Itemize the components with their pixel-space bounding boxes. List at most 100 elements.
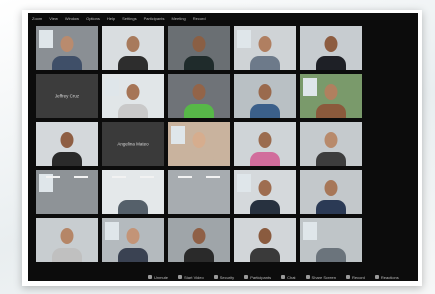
ceiling-light <box>178 176 192 178</box>
participant-tile[interactable] <box>300 122 362 166</box>
participant-face <box>60 35 74 52</box>
participant-face <box>324 179 338 196</box>
toolbar-label: Participants <box>250 274 272 280</box>
participant-body <box>118 56 148 70</box>
toolbar-security-button[interactable]: Security <box>213 274 235 280</box>
participant-tile[interactable] <box>300 218 362 262</box>
menu-item-view[interactable]: View <box>49 16 58 21</box>
participant-tile[interactable] <box>300 74 362 118</box>
ceiling-light <box>206 176 220 178</box>
toolbar-reactions-button[interactable]: Reactions <box>374 275 399 280</box>
room-window <box>303 78 317 96</box>
toolbar-label: Unmute <box>154 274 169 280</box>
security-icon <box>213 275 218 279</box>
menu-item-participants[interactable]: Participants <box>144 16 165 21</box>
menu-item-settings[interactable]: Settings <box>122 16 136 21</box>
ceiling-light <box>46 176 60 178</box>
participant-tile[interactable]: Angelina Mateo <box>102 122 164 166</box>
reactions-icon <box>374 275 379 279</box>
participant-body <box>316 104 346 118</box>
start-video-icon <box>178 275 183 279</box>
participant-body <box>52 56 82 70</box>
participant-body <box>52 152 82 166</box>
room-window <box>303 222 317 240</box>
participant-face <box>60 131 74 148</box>
participant-tile[interactable] <box>36 122 98 166</box>
participant-tile[interactable] <box>102 26 164 70</box>
participant-gallery-grid: Jeffrey Cruz Angelina Mateo <box>36 26 366 274</box>
menu-item-record[interactable]: Record <box>193 16 206 21</box>
participant-tile[interactable] <box>300 170 362 214</box>
participant-face <box>126 35 140 52</box>
room-window <box>105 78 119 96</box>
participant-face <box>324 83 338 100</box>
participant-tile[interactable] <box>36 218 98 262</box>
participant-face <box>192 227 206 244</box>
toolbar-start-video-button[interactable]: Start Video <box>178 275 204 280</box>
participant-tile[interactable] <box>102 74 164 118</box>
record-icon <box>346 275 351 279</box>
participant-face <box>192 35 206 52</box>
participant-tile[interactable] <box>168 26 230 70</box>
participant-name-label: Jeffrey Cruz <box>54 93 80 99</box>
participant-tile[interactable] <box>234 218 296 262</box>
participant-tile[interactable] <box>168 170 230 214</box>
toolbar-record-button[interactable]: Record <box>346 275 365 280</box>
participant-tile[interactable]: Jeffrey Cruz <box>36 74 98 118</box>
participant-body <box>184 104 214 118</box>
participant-face <box>192 83 206 100</box>
menu-item-meeting[interactable]: Meeting <box>171 16 185 21</box>
participant-tile[interactable] <box>234 122 296 166</box>
room-window <box>237 174 251 192</box>
participant-face <box>192 131 206 148</box>
participant-name-label: Angelina Mateo <box>117 141 149 147</box>
participant-tile[interactable] <box>168 74 230 118</box>
toolbar-label: Share Screen <box>311 274 337 280</box>
participant-body <box>250 200 280 214</box>
participant-face <box>258 227 272 244</box>
participant-tile[interactable] <box>102 218 164 262</box>
participant-body <box>250 104 280 118</box>
menu-item-help[interactable]: Help <box>107 16 115 21</box>
participant-tile[interactable] <box>234 170 296 214</box>
participant-tile[interactable] <box>168 122 230 166</box>
toolbar-unmute-button[interactable]: Unmute <box>148 275 168 280</box>
ceiling-light <box>112 176 126 178</box>
participant-tile[interactable] <box>168 218 230 262</box>
participant-face <box>258 83 272 100</box>
participant-face <box>258 35 272 52</box>
participant-body <box>250 152 280 166</box>
participant-face <box>324 131 338 148</box>
participant-body <box>184 152 214 166</box>
unmute-icon <box>148 275 152 279</box>
participant-face <box>258 131 272 148</box>
participant-body <box>184 248 214 262</box>
room-window <box>39 30 53 48</box>
participant-body <box>250 248 280 262</box>
toolbar-label: Security <box>219 274 235 280</box>
participant-body <box>52 248 82 262</box>
meeting-controls-toolbar: Unmute Start Video Security Participants Cha… <box>28 273 418 281</box>
toolbar-share-screen-button[interactable]: Share Screen <box>305 274 337 280</box>
participant-body <box>316 56 346 70</box>
participant-tile[interactable] <box>36 26 98 70</box>
participant-tile[interactable] <box>36 170 98 214</box>
participant-body <box>316 248 346 262</box>
menu-item-options[interactable]: Options <box>86 16 100 21</box>
participant-tile[interactable] <box>234 74 296 118</box>
participant-tile[interactable] <box>234 26 296 70</box>
participant-face <box>258 179 272 196</box>
toolbar-participants-button[interactable]: Participants <box>244 275 271 280</box>
participant-body <box>316 200 346 214</box>
room-window <box>171 126 185 144</box>
ceiling-light <box>140 176 154 178</box>
participant-tile[interactable] <box>102 170 164 214</box>
participant-face <box>126 83 140 100</box>
share-screen-icon <box>305 275 310 279</box>
room-window <box>237 30 251 48</box>
participant-face <box>324 35 338 52</box>
participant-tile[interactable] <box>300 26 362 70</box>
menu-item-window[interactable]: Window <box>65 16 79 21</box>
menu-item-zoom[interactable]: Zoom <box>32 16 42 21</box>
toolbar-chat-button[interactable]: Chat <box>281 275 296 280</box>
